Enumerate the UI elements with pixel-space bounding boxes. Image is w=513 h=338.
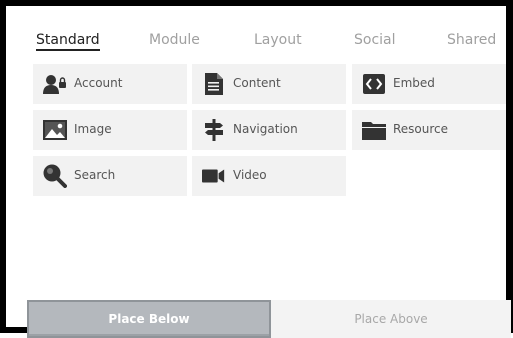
video-camera-icon — [202, 164, 226, 188]
component-picker-panel: Standard Module Layout Social Shared Acc… — [0, 0, 513, 338]
tile-resource[interactable]: Resource — [352, 110, 506, 150]
image-icon — [43, 118, 67, 142]
tile-label: Embed — [393, 76, 435, 90]
tile-label: Navigation — [233, 122, 298, 136]
tab-shared[interactable]: Shared — [447, 32, 496, 48]
signpost-icon — [202, 118, 226, 142]
search-icon — [43, 164, 67, 188]
tile-account[interactable]: Account — [33, 64, 187, 104]
account-lock-icon — [43, 72, 67, 96]
tab-standard[interactable]: Standard — [36, 32, 100, 51]
tile-embed[interactable]: Embed — [352, 64, 506, 104]
tile-label: Search — [74, 168, 116, 182]
tile-content[interactable]: Content — [192, 64, 346, 104]
tab-layout[interactable]: Layout — [254, 32, 302, 48]
place-below-button[interactable]: Place Below — [27, 300, 271, 338]
tab-module[interactable]: Module — [149, 32, 200, 48]
placement-bar: Place Below Place Above — [27, 300, 511, 338]
tile-video[interactable]: Video — [192, 156, 346, 196]
tile-search[interactable]: Search — [33, 156, 187, 196]
tile-label: Account — [74, 76, 123, 90]
tile-label: Image — [74, 122, 112, 136]
document-icon — [202, 72, 226, 96]
tile-navigation[interactable]: Navigation — [192, 110, 346, 150]
folder-icon — [362, 118, 386, 142]
tab-social[interactable]: Social — [354, 32, 396, 48]
tile-image[interactable]: Image — [33, 110, 187, 150]
tile-label: Video — [233, 168, 267, 182]
category-tabs: Standard Module Layout Social Shared — [36, 32, 506, 54]
code-icon — [362, 72, 386, 96]
tile-label: Resource — [393, 122, 449, 136]
place-above-button[interactable]: Place Above — [271, 300, 511, 338]
tile-label: Content — [233, 76, 281, 90]
